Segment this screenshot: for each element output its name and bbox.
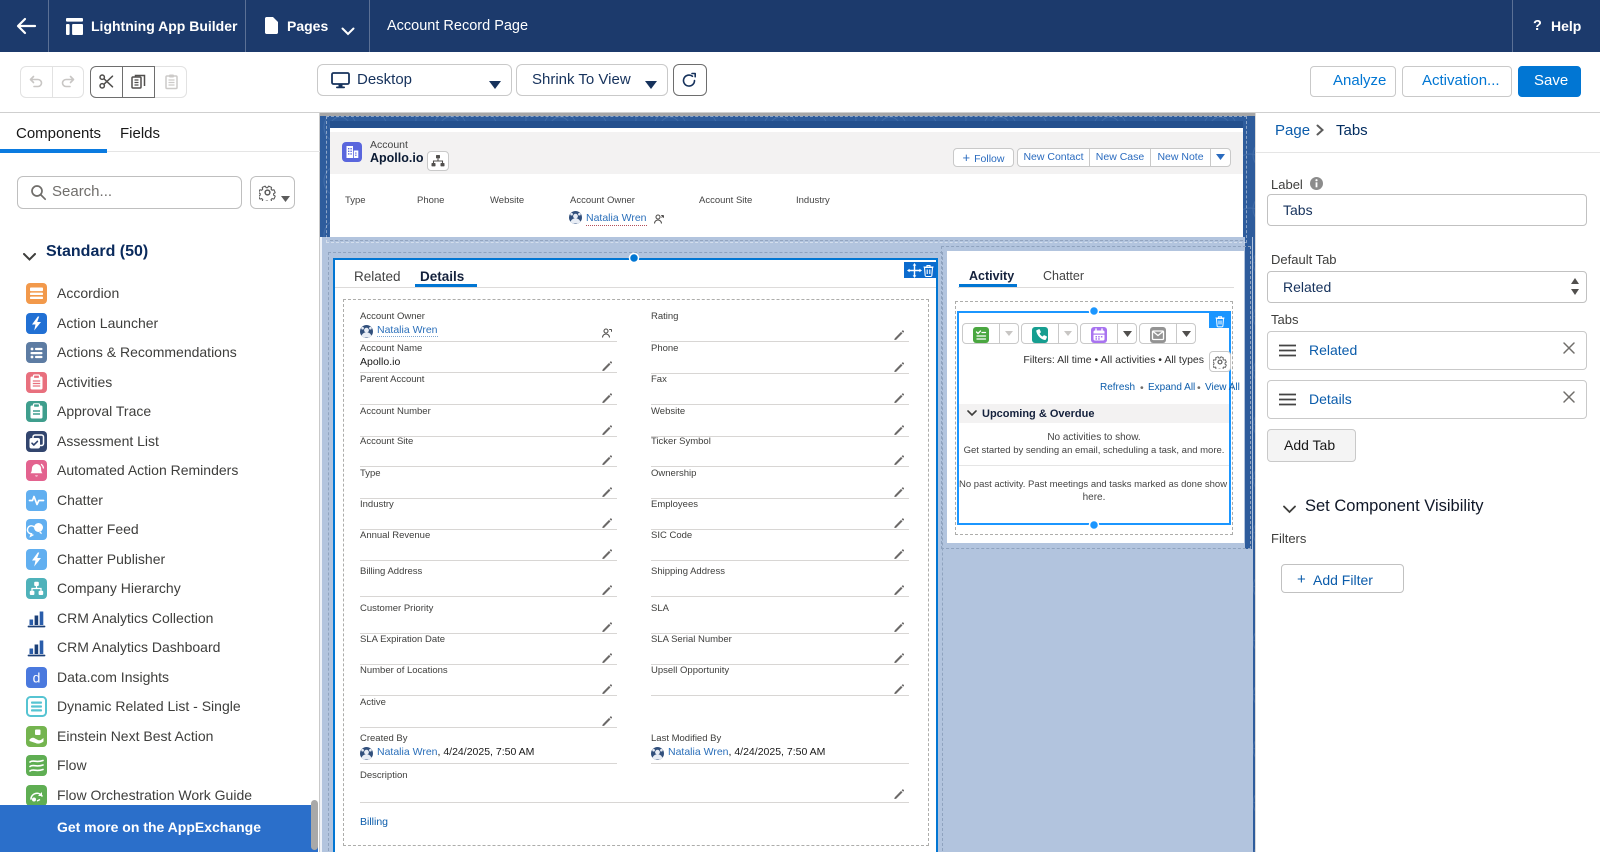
svg-text:d: d <box>33 669 41 685</box>
